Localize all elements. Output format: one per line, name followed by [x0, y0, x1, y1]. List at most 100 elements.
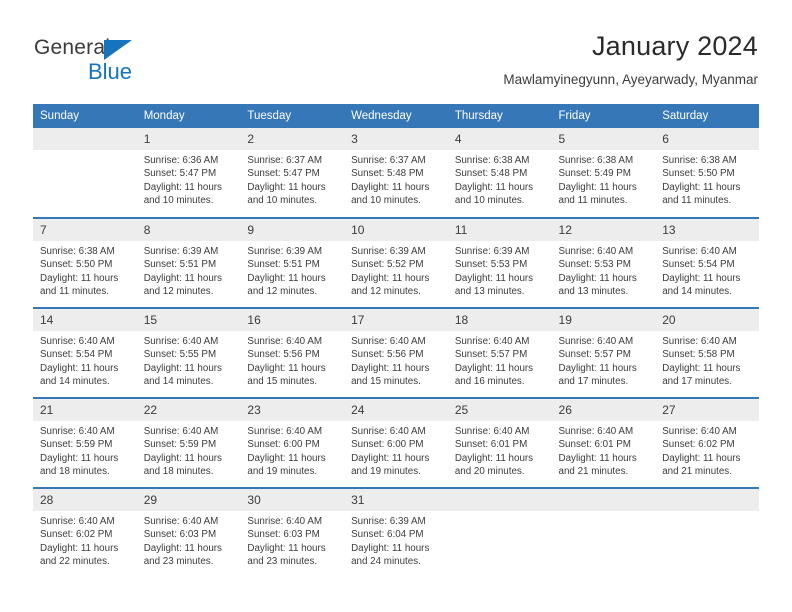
calendar-day-cell[interactable]: 21 Sunrise: 6:40 AM Sunset: 5:59 PM Dayligh…	[33, 397, 137, 488]
calendar-week-row: 7 Sunrise: 6:38 AM Sunset: 5:50 PM Daylight…	[33, 217, 759, 308]
day-sun-info: Sunrise: 6:40 AM Sunset: 6:00 PM Daylight:…	[240, 421, 344, 478]
calendar-day-cell[interactable]: 26 Sunrise: 6:40 AM Sunset: 6:01 PM Dayligh…	[551, 397, 656, 488]
day-sun-info: Sunrise: 6:40 AM Sunset: 5:53 PM Daylight:…	[552, 241, 656, 298]
day-daylight1-text: Daylight: 11 hours	[454, 181, 534, 193]
day-daylight1-text: Daylight: 11 hours	[351, 362, 430, 374]
day-daylight2-text: and 23 minutes.	[143, 555, 214, 567]
day-daylight2-text: and 14 minutes.	[40, 375, 110, 387]
day-sunset-text: Sunset: 5:50 PM	[40, 259, 113, 271]
day-sunrise-text: Sunrise: 6:40 AM	[351, 336, 426, 347]
day-sunset-text: Sunset: 5:52 PM	[351, 259, 424, 271]
day-daylight2-text: and 11 minutes.	[40, 285, 109, 297]
calendar-day-cell[interactable]: 20 Sunrise: 6:40 AM Sunset: 5:58 PM Dayligh…	[655, 307, 759, 398]
calendar-day-cell[interactable]: 27 Sunrise: 6:40 AM Sunset: 6:02 PM Dayligh…	[655, 397, 759, 488]
page-title: January 2024	[591, 31, 758, 61]
day-number: 18	[447, 309, 552, 331]
day-sunset-text: Sunset: 6:04 PM	[351, 529, 424, 541]
calendar-day-cell[interactable]: 25 Sunrise: 6:40 AM Sunset: 6:01 PM Dayligh…	[447, 397, 552, 488]
calendar-day-cell[interactable]: 9 Sunrise: 6:39 AM Sunset: 5:51 PM Daylight…	[240, 217, 345, 308]
calendar-day-cell[interactable]: 29 Sunrise: 6:40 AM Sunset: 6:03 PM Dayligh…	[136, 487, 241, 578]
calendar-day-cell[interactable]: 11 Sunrise: 6:39 AM Sunset: 5:53 PM Dayligh…	[447, 217, 552, 308]
calendar-day-cell[interactable]: 3 Sunrise: 6:37 AM Sunset: 5:48 PM Daylight…	[344, 128, 448, 218]
calendar-day-cell[interactable]: 4 Sunrise: 6:38 AM Sunset: 5:48 PM Daylight…	[447, 128, 552, 218]
day-sun-info: Sunrise: 6:38 AM Sunset: 5:50 PM Daylight:…	[655, 150, 759, 207]
calendar-day-cell-empty	[551, 487, 656, 578]
calendar-day-cell[interactable]: 6 Sunrise: 6:38 AM Sunset: 5:50 PM Daylight…	[655, 128, 759, 218]
day-number: 13	[655, 219, 759, 241]
calendar-day-cell[interactable]: 7 Sunrise: 6:38 AM Sunset: 5:50 PM Daylight…	[33, 217, 137, 308]
day-sunset-text: Sunset: 5:53 PM	[454, 259, 528, 271]
calendar-day-cell[interactable]: 22 Sunrise: 6:40 AM Sunset: 5:59 PM Dayligh…	[136, 397, 241, 488]
day-sunset-text: Sunset: 5:58 PM	[662, 349, 735, 361]
day-sunset-text: Sunset: 5:47 PM	[247, 168, 320, 180]
calendar-day-cell[interactable]: 10 Sunrise: 6:39 AM Sunset: 5:52 PM Dayligh…	[344, 217, 448, 308]
day-daylight2-text: and 16 minutes.	[454, 375, 525, 387]
day-sun-info: Sunrise: 6:39 AM Sunset: 5:51 PM Daylight:…	[137, 241, 241, 298]
day-number: 25	[447, 399, 552, 421]
day-daylight2-text: and 20 minutes.	[454, 465, 525, 477]
day-number: 8	[136, 219, 241, 241]
day-sunset-text: Sunset: 5:59 PM	[143, 439, 217, 451]
calendar-day-cell[interactable]: 30 Sunrise: 6:40 AM Sunset: 6:03 PM Dayligh…	[240, 487, 345, 578]
calendar-page: General Blue January 2024 Mawlamyinegyun…	[0, 0, 792, 612]
calendar-day-cell[interactable]: 5 Sunrise: 6:38 AM Sunset: 5:49 PM Daylight…	[551, 128, 656, 218]
day-daylight1-text: Daylight: 11 hours	[40, 542, 119, 554]
day-daylight2-text: and 17 minutes.	[558, 375, 629, 387]
day-daylight2-text: and 22 minutes.	[40, 555, 110, 567]
day-daylight2-text: and 14 minutes.	[662, 285, 732, 297]
day-sun-info: Sunrise: 6:40 AM Sunset: 6:03 PM Daylight:…	[240, 511, 344, 568]
calendar-day-cell[interactable]: 14 Sunrise: 6:40 AM Sunset: 5:54 PM Dayligh…	[33, 307, 137, 398]
day-sun-info: Sunrise: 6:38 AM Sunset: 5:50 PM Daylight:…	[33, 241, 137, 298]
day-sunset-text: Sunset: 5:57 PM	[558, 349, 631, 361]
calendar-day-cell[interactable]: 23 Sunrise: 6:40 AM Sunset: 6:00 PM Dayligh…	[240, 397, 345, 488]
day-number: 9	[240, 219, 345, 241]
day-number: 23	[240, 399, 345, 421]
calendar-day-cell[interactable]: 15 Sunrise: 6:40 AM Sunset: 5:55 PM Dayligh…	[136, 307, 241, 398]
calendar-day-cell[interactable]: 28 Sunrise: 6:40 AM Sunset: 6:02 PM Dayligh…	[33, 487, 137, 578]
calendar-day-cell[interactable]: 13 Sunrise: 6:40 AM Sunset: 5:54 PM Dayligh…	[655, 217, 759, 308]
blue-triangle-logo-mark-icon	[104, 40, 132, 60]
day-sunset-text: Sunset: 5:47 PM	[143, 168, 217, 180]
day-sun-info: Sunrise: 6:40 AM Sunset: 6:02 PM Daylight:…	[33, 511, 137, 568]
calendar-day-cell[interactable]: 16 Sunrise: 6:40 AM Sunset: 5:56 PM Dayligh…	[240, 307, 345, 398]
day-sunrise-text: Sunrise: 6:40 AM	[247, 516, 323, 527]
calendar-day-cell[interactable]: 31 Sunrise: 6:39 AM Sunset: 6:04 PM Dayligh…	[344, 487, 448, 578]
day-daylight1-text: Daylight: 11 hours	[351, 452, 430, 464]
day-sun-info: Sunrise: 6:37 AM Sunset: 5:47 PM Daylight:…	[240, 150, 344, 207]
day-sunset-text: Sunset: 5:50 PM	[662, 168, 735, 180]
calendar-day-cell[interactable]: 12 Sunrise: 6:40 AM Sunset: 5:53 PM Dayligh…	[551, 217, 656, 308]
day-sunset-text: Sunset: 5:57 PM	[454, 349, 528, 361]
day-sun-info: Sunrise: 6:40 AM Sunset: 5:55 PM Daylight:…	[137, 331, 241, 388]
day-sunrise-text: Sunrise: 6:39 AM	[351, 246, 426, 257]
day-sun-info: Sunrise: 6:40 AM Sunset: 6:02 PM Daylight:…	[655, 421, 759, 478]
calendar-day-cell[interactable]: 19 Sunrise: 6:40 AM Sunset: 5:57 PM Dayligh…	[551, 307, 656, 398]
title-block: January 2024 Mawlamyinegyunn, Ayeyarwady…	[503, 30, 758, 88]
general-blue-logo[interactable]: General Blue	[34, 36, 174, 88]
day-sun-info: Sunrise: 6:40 AM Sunset: 5:57 PM Daylight:…	[448, 331, 552, 388]
day-daylight1-text: Daylight: 11 hours	[454, 452, 534, 464]
weekday-header-thursday: Thursday	[447, 104, 552, 128]
day-number	[33, 128, 137, 150]
day-sunset-text: Sunset: 5:53 PM	[558, 259, 631, 271]
calendar-grid: Sunday Monday Tuesday Wednesday Thursday Frid…	[33, 104, 759, 578]
calendar-day-cell[interactable]: 18 Sunrise: 6:40 AM Sunset: 5:57 PM Dayligh…	[447, 307, 552, 398]
calendar-day-cell[interactable]: 1 Sunrise: 6:36 AM Sunset: 5:47 PM Daylight…	[136, 128, 241, 218]
day-sunrise-text: Sunrise: 6:40 AM	[454, 426, 530, 437]
day-sunset-text: Sunset: 6:01 PM	[454, 439, 528, 451]
calendar-day-cell[interactable]: 8 Sunrise: 6:39 AM Sunset: 5:51 PM Daylight…	[136, 217, 241, 308]
day-sun-info: Sunrise: 6:40 AM Sunset: 5:59 PM Daylight:…	[33, 421, 137, 478]
calendar-day-cell[interactable]: 17 Sunrise: 6:40 AM Sunset: 5:56 PM Dayligh…	[344, 307, 448, 398]
calendar-day-cell[interactable]: 24 Sunrise: 6:40 AM Sunset: 6:00 PM Dayligh…	[344, 397, 448, 488]
day-sun-info: Sunrise: 6:38 AM Sunset: 5:48 PM Daylight:…	[448, 150, 552, 207]
calendar-body: 1 Sunrise: 6:36 AM Sunset: 5:47 PM Daylight…	[33, 128, 759, 578]
day-sunrise-text: Sunrise: 6:40 AM	[247, 426, 323, 437]
day-sunset-text: Sunset: 5:51 PM	[143, 259, 217, 271]
day-sunset-text: Sunset: 5:49 PM	[558, 168, 631, 180]
day-daylight2-text: and 21 minutes.	[558, 465, 629, 477]
day-sun-info: Sunrise: 6:40 AM Sunset: 5:59 PM Daylight:…	[137, 421, 241, 478]
day-sunrise-text: Sunrise: 6:38 AM	[558, 155, 634, 166]
calendar-day-cell[interactable]: 2 Sunrise: 6:37 AM Sunset: 5:47 PM Daylight…	[240, 128, 345, 218]
day-daylight2-text: and 13 minutes.	[454, 285, 525, 297]
day-number: 12	[551, 219, 656, 241]
weekday-header-friday: Friday	[551, 104, 656, 128]
